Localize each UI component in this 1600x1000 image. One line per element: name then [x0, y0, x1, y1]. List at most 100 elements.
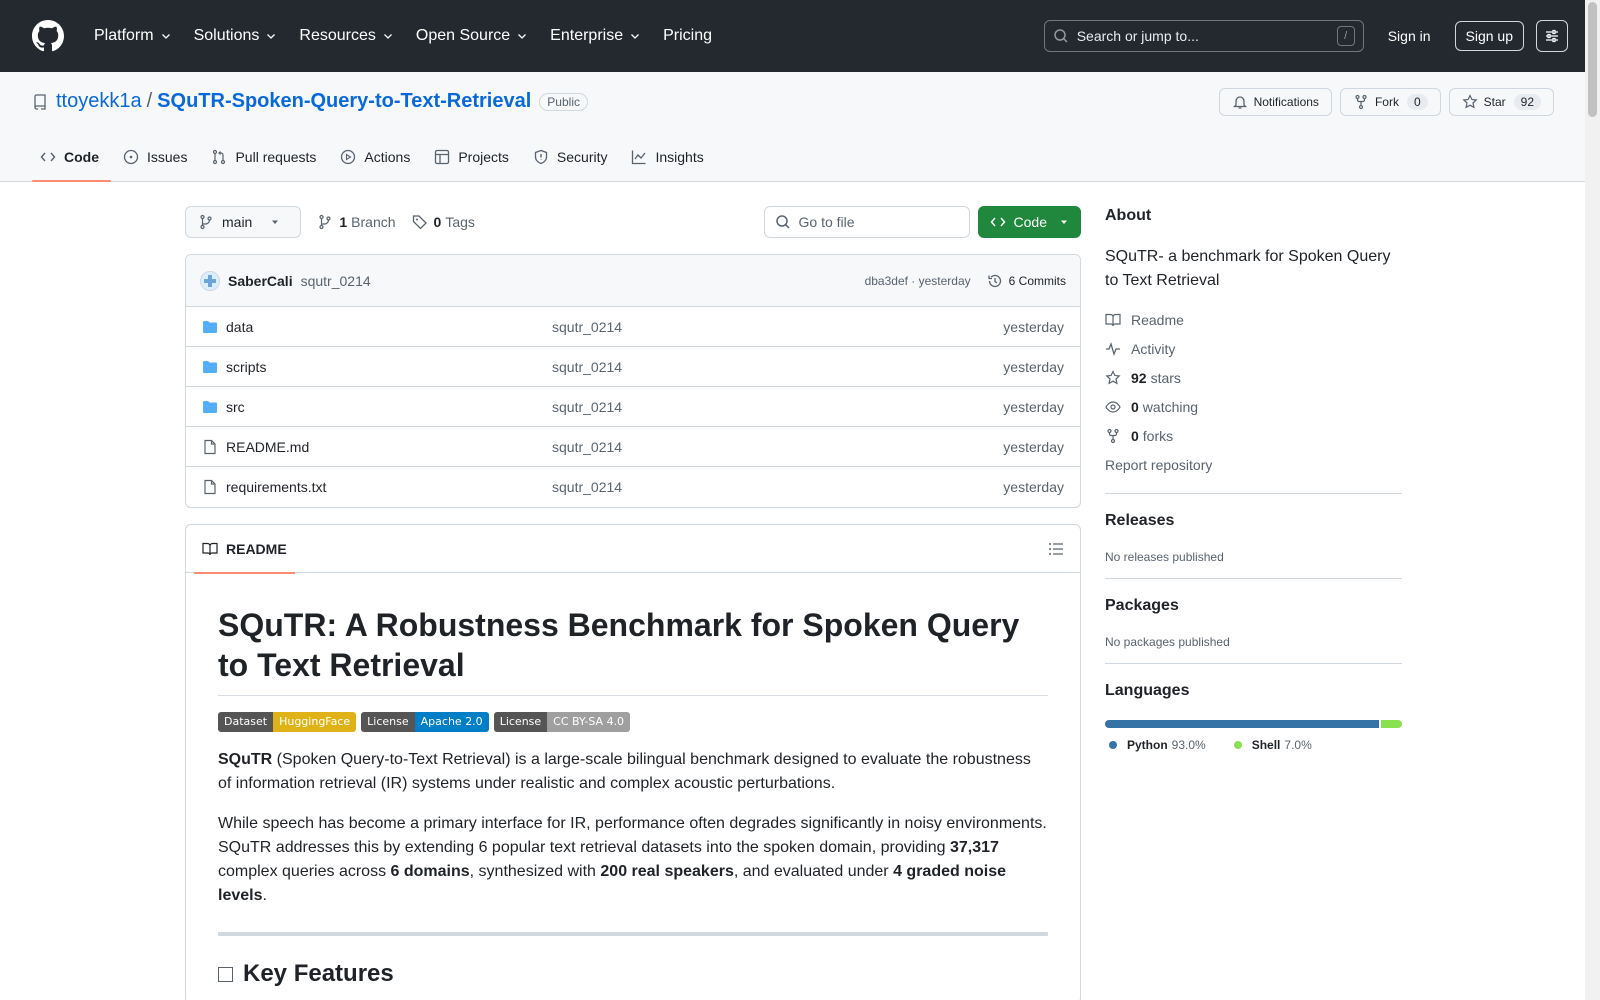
commit-message[interactable]: squtr_0214 — [301, 273, 371, 289]
fork-button[interactable]: Fork 0 — [1339, 88, 1441, 116]
notifications-button[interactable]: Notifications — [1218, 88, 1332, 116]
avatar[interactable] — [200, 270, 220, 291]
emoji-placeholder-icon — [218, 966, 233, 982]
file-commit-message[interactable]: squtr_0214 — [552, 359, 1003, 375]
readme-link[interactable]: Readme — [1105, 305, 1402, 334]
graph-icon — [632, 150, 646, 165]
tab-code[interactable]: Code — [32, 133, 111, 182]
file-row[interactable]: src squtr_0214 yesterday — [186, 387, 1080, 427]
commit-author[interactable]: SaberCali — [228, 273, 293, 289]
tab-label: Insights — [655, 149, 704, 165]
tab-security[interactable]: Security — [525, 133, 620, 181]
search-icon — [775, 215, 790, 229]
text: . — [262, 887, 267, 904]
nav-enterprise[interactable]: Enterprise — [542, 27, 649, 45]
nav-label: Enterprise — [550, 27, 624, 44]
nav-platform[interactable]: Platform — [86, 27, 180, 45]
watching-count: 0 — [1131, 398, 1139, 415]
badge-left: License — [361, 712, 415, 732]
file-commit-message[interactable]: squtr_0214 — [552, 479, 1003, 495]
file-name[interactable]: scripts — [226, 359, 552, 375]
star-count: 92 — [1513, 94, 1541, 110]
tag-icon — [412, 215, 427, 230]
tab-insights[interactable]: Insights — [623, 133, 715, 181]
nav-solutions[interactable]: Solutions — [186, 27, 286, 45]
fork-icon — [1107, 428, 1119, 443]
tags-link[interactable]: 0 Tags — [412, 214, 475, 230]
page-scrollbar[interactable] — [1585, 0, 1600, 1000]
readme-section-heading: Key Features — [218, 960, 1048, 988]
horizontal-rule — [218, 932, 1048, 936]
file-name[interactable]: src — [226, 399, 552, 415]
about-heading: About — [1105, 207, 1152, 224]
file-name[interactable]: data — [226, 319, 552, 335]
file-row[interactable]: data squtr_0214 yesterday — [186, 307, 1080, 347]
file-name[interactable]: requirements.txt — [226, 479, 552, 495]
sign-up-button[interactable]: Sign up — [1454, 21, 1524, 51]
packages-heading[interactable]: Packages — [1105, 597, 1402, 615]
file-row[interactable]: scripts squtr_0214 yesterday — [186, 347, 1080, 387]
forks-link[interactable]: 0 forks — [1105, 421, 1402, 450]
github-logo-icon[interactable] — [32, 20, 64, 52]
nav-resources[interactable]: Resources — [291, 27, 401, 45]
repo-name-link[interactable]: SQuTR-Spoken-Query-to-Text-Retrieval — [157, 90, 531, 113]
branch-icon — [319, 214, 331, 230]
badge-license-cc[interactable]: License CC BY-SA 4.0 — [493, 712, 631, 732]
appearance-settings-button[interactable] — [1536, 20, 1568, 52]
file-row[interactable]: README.md squtr_0214 yesterday — [186, 427, 1080, 467]
file-commit-message[interactable]: squtr_0214 — [552, 319, 1003, 335]
nav-pricing[interactable]: Pricing — [655, 27, 720, 45]
tab-issues[interactable]: Issues — [115, 133, 199, 181]
language-dot — [1109, 741, 1117, 749]
nav-label: Pricing — [663, 27, 712, 44]
releases-heading[interactable]: Releases — [1105, 512, 1402, 530]
folder-icon — [203, 360, 217, 373]
sign-in-link[interactable]: Sign in — [1388, 28, 1431, 44]
nav-open-source[interactable]: Open Source — [408, 27, 536, 45]
readme-tab[interactable]: README — [194, 525, 295, 574]
badge-right: HuggingFace — [273, 712, 357, 732]
folder-icon — [203, 320, 217, 333]
commits-link[interactable]: 6 Commits — [987, 273, 1066, 289]
report-repository-link[interactable]: Report repository — [1105, 450, 1402, 479]
watchers-link[interactable]: 0 watching — [1105, 392, 1402, 421]
tab-actions[interactable]: Actions — [332, 133, 422, 181]
file-commit-message[interactable]: squtr_0214 — [552, 399, 1003, 415]
readme-link-label: Readme — [1131, 311, 1184, 328]
readme-paragraph: SQuTR (Spoken Query-to-Text Retrieval) i… — [218, 748, 1048, 796]
file-commit-message[interactable]: squtr_0214 — [552, 439, 1003, 455]
code-dropdown-button[interactable]: Code — [977, 206, 1081, 238]
packages-section: Packages No packages published — [1105, 578, 1402, 649]
releases-section: Releases No releases published — [1105, 493, 1402, 564]
tab-label: Code — [64, 149, 99, 165]
file-name[interactable]: README.md — [226, 439, 552, 455]
branch-selector[interactable]: main — [185, 206, 302, 238]
activity-link[interactable]: Activity — [1105, 334, 1402, 363]
tab-pull-requests[interactable]: Pull requests — [203, 133, 328, 181]
list-outline-icon[interactable] — [1048, 541, 1064, 557]
badge-license-apache[interactable]: License Apache 2.0 — [361, 712, 489, 732]
branches-label: Branch — [351, 214, 396, 230]
language-shell[interactable]: Shell 7.0% — [1233, 738, 1312, 752]
play-icon — [341, 149, 356, 165]
branches-link[interactable]: 1 Branch — [317, 214, 396, 230]
global-search-input[interactable]: Search or jump to... / — [1043, 20, 1364, 52]
file-row[interactable]: requirements.txt squtr_0214 yesterday — [186, 467, 1080, 507]
bold-text: 6 domains — [390, 863, 470, 880]
tab-label: Issues — [147, 149, 188, 165]
repo-separator: / — [146, 90, 153, 112]
repo-owner-link[interactable]: ttoyekk1a — [56, 90, 142, 113]
tab-projects[interactable]: Projects — [426, 133, 521, 181]
badge-dataset[interactable]: Dataset HuggingFace — [218, 712, 357, 732]
star-button[interactable]: Star 92 — [1448, 88, 1554, 116]
stars-link[interactable]: 92 stars — [1105, 363, 1402, 392]
go-to-file-input[interactable]: Go to file — [763, 206, 970, 238]
language-python[interactable]: Python 93.0% — [1109, 738, 1206, 752]
commit-sha-time[interactable]: dba3def · yesterday — [865, 274, 971, 288]
languages-section: Languages Python 93.0% Shell 7.0% — [1105, 663, 1402, 752]
identicon-icon — [204, 274, 216, 287]
file-icon — [204, 439, 216, 454]
readme-paragraph: While speech has become a primary interf… — [218, 812, 1048, 908]
repo-tabs: Code Issues Pull requests Actions Projec… — [32, 133, 720, 182]
scrollbar-thumb[interactable] — [1588, 2, 1597, 117]
